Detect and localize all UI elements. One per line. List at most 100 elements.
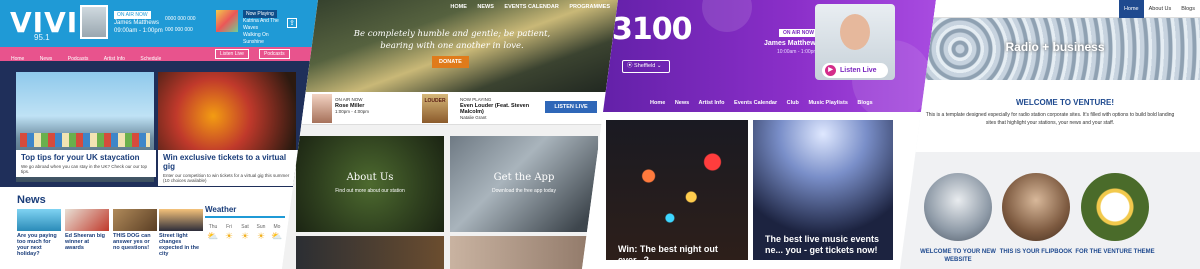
- beach-huts-image: [20, 133, 150, 147]
- news-title: Are you paying too much for your next ho…: [17, 233, 57, 257]
- news-item[interactable]: Ed Sheeran big winner at awards: [65, 209, 109, 251]
- weather-day: Mo: [273, 224, 281, 230]
- host-avatar: [80, 5, 108, 39]
- nav-programmes[interactable]: PROGRAMMES: [569, 4, 610, 10]
- donate-button[interactable]: DONATE: [432, 56, 469, 68]
- about-us-tile[interactable]: About Us Find out more about our station: [296, 136, 444, 232]
- nav-news[interactable]: NEWS: [477, 4, 494, 10]
- scenic-nav: HOME NEWS EVENTS CALENDAR PROGRAMMES: [441, 4, 610, 10]
- contact-line: 0000 000 000: [165, 16, 196, 22]
- venture-theme-preview: Home About Us Blogs Radio + business WELCO…: [900, 0, 1200, 269]
- sun-icon: ☀: [224, 231, 234, 241]
- news-item[interactable]: Street light changes expected in the cit…: [159, 209, 203, 257]
- night-out-tile[interactable]: Win: The best night out ever...?: [606, 120, 748, 265]
- people-circle-image[interactable]: [1002, 173, 1070, 241]
- album-cover: LOUDER: [422, 94, 448, 123]
- now-playing-info: Katrina And The Waves Walking On Sunshin…: [243, 18, 283, 46]
- tile-title: Get the App: [493, 172, 555, 183]
- listen-live-label: Listen Live: [840, 67, 877, 74]
- tile-title: About Us: [346, 172, 394, 183]
- gig-card[interactable]: Win exclusive tickets to a virtual gig E…: [158, 150, 298, 186]
- on-air-badge: ON AIR NOW: [114, 11, 151, 19]
- card-desc: Enter our competition to win tickets for…: [163, 173, 290, 183]
- card-desc: We go abroad when you can stay in the UK…: [21, 164, 147, 174]
- nav-blogs[interactable]: Blogs: [857, 100, 872, 106]
- song-title: Even Louder (Feat. Steven Malcolm): [460, 103, 530, 115]
- weather-day: Sat: [241, 224, 249, 230]
- get-the-app-tile[interactable]: Get the App Download the free app today: [450, 136, 598, 232]
- daisy-circle-image[interactable]: [1081, 173, 1149, 241]
- tile-subtitle: Find out more about our station: [335, 188, 405, 194]
- artist-name: Natalie Grant: [460, 115, 487, 120]
- host-name: James Matthews: [114, 20, 160, 26]
- nav-events-calendar[interactable]: EVENTS CALENDAR: [504, 4, 558, 10]
- news-thumbnail: [17, 209, 61, 231]
- news-item[interactable]: THIS DOG can answer yes or no questions!: [113, 209, 157, 251]
- listen-live-button[interactable]: LISTEN LIVE: [545, 101, 597, 113]
- venture-menu: Home About Us Blogs: [1118, 0, 1200, 18]
- weather-icons: ⛅ ☀ ☀ ☀ ⛅: [205, 231, 285, 242]
- now-playing-badge: Now Playing: [243, 10, 277, 18]
- nav-news[interactable]: News: [675, 100, 689, 106]
- menu-blogs[interactable]: Blogs: [1176, 0, 1200, 18]
- news-thumbnail: [65, 209, 109, 231]
- news-thumbnail: [159, 209, 203, 231]
- listen-live-button[interactable]: Listen Live: [215, 49, 249, 59]
- hero-quote: Be completely humble and gentle; be pati…: [353, 29, 551, 51]
- news-heading: News: [17, 194, 46, 206]
- host-face: [840, 14, 870, 50]
- circle-label: FOR THE VENTURE THEME: [1075, 249, 1155, 255]
- weather-day: Sun: [256, 224, 266, 230]
- sun-icon: ☀: [240, 231, 250, 241]
- staycation-card[interactable]: Top tips for your UK staycation We go ab…: [16, 150, 156, 177]
- podcasts-button[interactable]: Podcasts: [259, 49, 290, 59]
- weather-heading: Weather: [205, 205, 285, 218]
- host-photo: [312, 94, 332, 123]
- location-select[interactable]: ⦿ Sheffield ⌄: [622, 60, 670, 73]
- nav-events-calendar[interactable]: Events Calendar: [734, 100, 777, 106]
- location-value: Sheffield: [634, 63, 656, 69]
- hero-title: Radio + business: [1005, 40, 1105, 54]
- host-time: 1:00pm - 4:00pm: [335, 109, 370, 114]
- now-playing-song: Walking On Sunshine: [243, 32, 269, 45]
- news-item[interactable]: Are you paying too much for your next ho…: [17, 209, 61, 257]
- sun-icon: ☀: [256, 231, 266, 241]
- host-time: 10:00am - 1:00pm: [777, 49, 818, 55]
- contact-info: 0000 000 000 000 000 000: [165, 14, 196, 36]
- on-air-badge: ON AIR NOW: [779, 29, 818, 37]
- host-time: 09:00am - 1:00pm: [114, 28, 163, 34]
- weather-days: Thu Fri Sat Sun Mo: [205, 224, 285, 230]
- chevron-down-icon: ⌄: [656, 63, 662, 69]
- menu-home[interactable]: Home: [1118, 0, 1144, 18]
- on-air-info: ON AIR NOW Rose Miller 1:00pm - 4:00pm: [335, 97, 369, 115]
- circle-label: WELCOME TO YOUR NEW WEBSITE: [920, 249, 996, 263]
- office-circle-image[interactable]: [924, 173, 992, 241]
- nav-music-playlists[interactable]: Music Playlists: [808, 100, 847, 106]
- tile-caption: Win: The best night out ever...?: [618, 244, 718, 265]
- share-icon[interactable]: ⇪: [287, 18, 297, 28]
- sun-cloud-icon: ⛅: [271, 231, 283, 241]
- location-pin-icon: ⦿: [627, 63, 633, 69]
- nav-artist-info[interactable]: Artist Info: [699, 100, 725, 106]
- news-title: Street light changes expected in the cit…: [159, 233, 200, 257]
- station-logo[interactable]: 3100: [612, 12, 692, 47]
- play-icon: ▶: [825, 65, 836, 76]
- menu-about-us[interactable]: About Us: [1144, 0, 1177, 18]
- vivid-theme-preview: VIVID 95.1 ON AIR NOW James Matthews 09:…: [0, 0, 318, 269]
- host-name: James Matthews: [764, 40, 820, 47]
- tile-caption: The best live music events ne... you - g…: [765, 234, 880, 255]
- nav-home[interactable]: Home: [650, 100, 665, 106]
- station-3100-preview: 3100 ON AIR NOW James Matthews 10:00am -…: [582, 0, 936, 269]
- photo-tile[interactable]: [450, 236, 598, 269]
- sparkler-tile[interactable]: [296, 236, 444, 269]
- live-music-tile[interactable]: The best live music events ne... you - g…: [753, 120, 893, 260]
- host-info: James Matthews 09:00am - 1:00pm: [114, 19, 163, 35]
- tile-subtitle: Download the free app today: [492, 188, 556, 194]
- nav-home[interactable]: HOME: [450, 4, 467, 10]
- welcome-text: This is a template designed especially f…: [925, 112, 1175, 126]
- contact-line: 000 000 000: [165, 27, 193, 33]
- card-title: Top tips for your UK staycation: [21, 153, 140, 162]
- nav-club[interactable]: Club: [787, 100, 799, 106]
- now-playing-title: Katrina And The Waves: [243, 18, 279, 31]
- listen-live-button[interactable]: ▶ Listen Live: [822, 63, 888, 78]
